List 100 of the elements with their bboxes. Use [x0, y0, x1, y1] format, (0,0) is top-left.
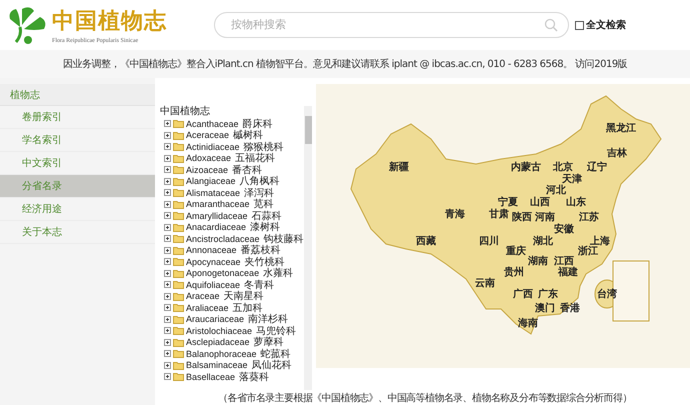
- province-label[interactable]: 四川: [479, 237, 499, 247]
- family-chinese-name[interactable]: 石蒜科: [252, 208, 282, 223]
- expand-icon[interactable]: [164, 120, 171, 128]
- province-label[interactable]: 北京: [553, 163, 573, 173]
- family-name[interactable]: Asclepiadaceae: [186, 337, 250, 348]
- province-label[interactable]: 贵州: [504, 268, 524, 278]
- expand-icon[interactable]: [164, 327, 171, 334]
- family-name[interactable]: Balsaminaceae: [186, 360, 248, 370]
- family-name[interactable]: Annonaceae: [186, 245, 237, 256]
- province-label[interactable]: 内蒙古: [511, 163, 541, 173]
- family-chinese-name[interactable]: 蛇菰科: [260, 346, 291, 361]
- expand-icon[interactable]: [164, 304, 171, 312]
- search-field[interactable]: 按物种搜索: [214, 12, 569, 38]
- expand-icon[interactable]: [164, 154, 171, 162]
- province-label[interactable]: 宁夏: [498, 198, 518, 208]
- family-chinese-name[interactable]: 番荔枝科: [240, 243, 281, 258]
- family-name[interactable]: Actinidiaceae: [186, 142, 240, 152]
- expand-icon[interactable]: [164, 224, 171, 231]
- province-label[interactable]: 辽宁: [587, 163, 607, 173]
- family-chinese-name[interactable]: 钩枝藤科: [264, 232, 304, 246]
- expand-icon[interactable]: [164, 362, 171, 369]
- checkbox[interactable]: [575, 20, 584, 30]
- family-chinese-name[interactable]: 猕猴桃科: [244, 140, 284, 154]
- expand-icon[interactable]: [164, 281, 171, 288]
- family-chinese-name[interactable]: 南洋杉科: [248, 312, 288, 326]
- expand-icon[interactable]: [164, 235, 171, 242]
- province-label[interactable]: 河南: [535, 213, 555, 223]
- family-name[interactable]: Aquifoliaceae: [186, 280, 240, 290]
- province-label[interactable]: 福建: [558, 268, 578, 278]
- expand-icon[interactable]: [164, 350, 171, 358]
- province-label[interactable]: 香港: [560, 304, 580, 314]
- family-chinese-name[interactable]: 马兜铃科: [256, 324, 296, 338]
- province-label[interactable]: 山西: [530, 198, 550, 208]
- expand-icon[interactable]: [164, 270, 171, 277]
- tree-root[interactable]: 中国植物志: [160, 106, 304, 118]
- family-name[interactable]: Amaranthaceae: [186, 199, 250, 210]
- family-chinese-name[interactable]: 落葵科: [239, 370, 270, 384]
- family-chinese-name[interactable]: 泽泻科: [244, 186, 274, 200]
- family-chinese-name[interactable]: 爵床科: [242, 116, 273, 131]
- family-name[interactable]: Aceraceae: [186, 130, 230, 140]
- expand-icon[interactable]: [164, 246, 171, 254]
- expand-icon[interactable]: [164, 189, 171, 196]
- family-name[interactable]: Aizoaceae: [186, 164, 228, 175]
- province-label[interactable]: 上海: [590, 237, 610, 247]
- province-label[interactable]: 江苏: [579, 213, 599, 223]
- family-name[interactable]: Adoxaceae: [186, 153, 232, 164]
- family-chinese-name[interactable]: 冬青科: [244, 278, 274, 292]
- province-label[interactable]: 西藏: [416, 237, 436, 247]
- family-name[interactable]: Ancistrocladaceae: [186, 234, 260, 244]
- sidebar-item[interactable]: 关于本志: [0, 221, 155, 244]
- family-chinese-name[interactable]: 夹竹桃科: [244, 254, 285, 269]
- province-label[interactable]: 江西: [554, 257, 574, 267]
- search-input[interactable]: 按物种搜索: [229, 18, 544, 32]
- family-chinese-name[interactable]: 凤仙花科: [252, 358, 292, 372]
- expand-icon[interactable]: [164, 212, 171, 220]
- province-label[interactable]: 天津: [562, 175, 582, 185]
- expand-icon[interactable]: [164, 316, 171, 323]
- expand-icon[interactable]: [164, 373, 171, 380]
- province-label[interactable]: 河北: [546, 186, 566, 196]
- family-name[interactable]: Apocynaceae: [186, 256, 241, 267]
- province-label[interactable]: 广西: [513, 290, 533, 300]
- sidebar-item[interactable]: 学名索引: [0, 129, 155, 152]
- family-chinese-name[interactable]: 八角枫科: [240, 174, 280, 188]
- expand-icon[interactable]: [164, 132, 171, 139]
- province-label[interactable]: 广东: [538, 290, 558, 300]
- expand-icon[interactable]: [164, 292, 171, 300]
- family-name[interactable]: Basellaceae: [186, 372, 236, 382]
- sidebar-item[interactable]: 经济用途: [0, 198, 155, 221]
- province-label[interactable]: 吉林: [607, 149, 627, 159]
- family-chinese-name[interactable]: 番杏科: [232, 162, 262, 177]
- province-label[interactable]: 甘肃: [489, 210, 509, 220]
- family-chinese-name[interactable]: 槭树科: [233, 128, 264, 142]
- family-chinese-name[interactable]: 五加科: [232, 300, 263, 315]
- expand-icon[interactable]: [164, 200, 171, 208]
- family-name[interactable]: Acanthaceae: [186, 118, 239, 129]
- family-chinese-name[interactable]: 漆树科: [250, 220, 280, 234]
- province-label[interactable]: 黑龙江: [606, 124, 636, 134]
- scrollbar-thumb[interactable]: [304, 116, 312, 144]
- family-name[interactable]: Alangiaceae: [186, 176, 236, 186]
- family-name[interactable]: Aristolochiaceae: [186, 326, 252, 336]
- province-label[interactable]: 新疆: [389, 163, 409, 173]
- expand-icon[interactable]: [164, 338, 171, 346]
- expand-icon[interactable]: [164, 166, 171, 174]
- province-label[interactable]: 云南: [475, 279, 495, 289]
- expand-icon[interactable]: [164, 178, 171, 185]
- province-label[interactable]: 浙江: [578, 247, 598, 257]
- province-label[interactable]: 澳门: [535, 304, 555, 314]
- expand-icon[interactable]: [164, 143, 171, 150]
- family-name[interactable]: Anacardiaceae: [186, 222, 246, 232]
- province-label[interactable]: 陕西: [512, 213, 532, 223]
- family-chinese-name[interactable]: 水蕹科: [263, 266, 294, 280]
- family-name[interactable]: Aponogetonaceae: [186, 268, 260, 278]
- family-name[interactable]: Amaryllidaceae: [186, 210, 248, 221]
- expand-icon[interactable]: [164, 258, 171, 266]
- family-name[interactable]: Araucariaceae: [186, 314, 244, 324]
- family-chinese-name[interactable]: 苋科: [254, 197, 274, 212]
- province-label[interactable]: 青海: [445, 210, 465, 220]
- province-label[interactable]: 湖北: [533, 237, 553, 247]
- family-name[interactable]: Araceae: [186, 291, 220, 302]
- province-label[interactable]: 海南: [518, 319, 538, 329]
